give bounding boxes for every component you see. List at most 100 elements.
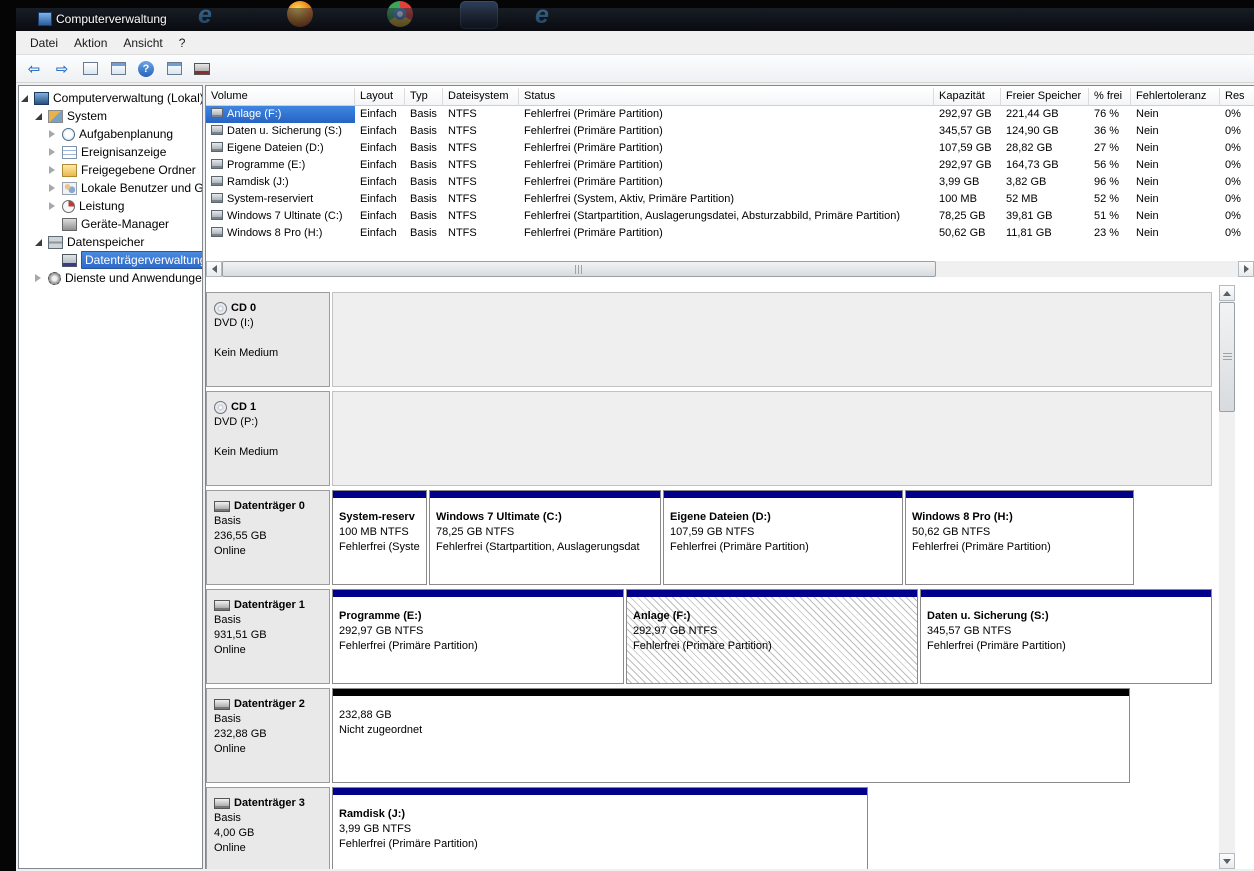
cd1-label[interactable]: CD 1 DVD (P:) Kein Medium: [206, 391, 330, 486]
expander-closed-icon[interactable]: [49, 127, 60, 141]
sidebar-item-datenspeicher[interactable]: Datenspeicher: [19, 233, 202, 251]
column-header-typ[interactable]: Typ: [405, 88, 443, 106]
volume-row-eigene-dateien[interactable]: Eigene Dateien (D:) Einfach Basis NTFS F…: [206, 140, 1254, 157]
column-header-fehlertoleranz[interactable]: Fehlertoleranz: [1131, 88, 1220, 106]
volume-freier-speicher: 164,73 GB: [1006, 159, 1059, 171]
volume-layout: Einfach: [360, 108, 397, 120]
partition-size: 107,59 GB NTFS: [670, 526, 755, 538]
partition-programme[interactable]: Programme (E:) 292,97 GB NTFS Fehlerfrei…: [332, 589, 624, 684]
menu-aktion[interactable]: Aktion: [66, 33, 115, 53]
storage-icon: [48, 235, 63, 249]
disk2-row: Datenträger 2 Basis 232,88 GB Online 232…: [206, 687, 1212, 783]
volume-typ: Basis: [410, 142, 437, 154]
volume-row-system-reserviert[interactable]: System-reserviert Einfach Basis NTFS Feh…: [206, 191, 1254, 208]
expander-open-icon[interactable]: [35, 235, 46, 249]
forward-icon[interactable]: ⇨: [52, 59, 72, 79]
volume-row-daten-u-sicherung[interactable]: Daten u. Sicherung (S:) Einfach Basis NT…: [206, 123, 1254, 140]
scroll-right-button[interactable]: [1238, 261, 1254, 277]
column-header-volume[interactable]: Volume: [206, 88, 355, 106]
vertical-scroll-thumb[interactable]: [1219, 302, 1235, 412]
column-header-res[interactable]: Res: [1220, 88, 1254, 106]
performance-icon: [62, 199, 75, 213]
column-header-status[interactable]: Status: [519, 88, 934, 106]
expander-closed-icon[interactable]: [49, 163, 60, 177]
volume-status: Fehlerfrei (Primäre Partition): [524, 125, 663, 137]
partition-eigene-dateien[interactable]: Eigene Dateien (D:) 107,59 GB NTFS Fehle…: [663, 490, 903, 585]
column-header-freier-speicher[interactable]: Freier Speicher: [1001, 88, 1089, 106]
volume-row-windows-7[interactable]: Windows 7 Ultinate (C:) Einfach Basis NT…: [206, 208, 1254, 225]
volume-res: 0%: [1225, 227, 1241, 239]
column-header-dateisystem[interactable]: Dateisystem: [443, 88, 519, 106]
back-icon[interactable]: ⇦: [24, 59, 44, 79]
properties-icon[interactable]: [164, 59, 184, 79]
partition-status: Fehlerfrei (Primäre Partition): [633, 640, 772, 652]
sidebar-item-lokale-benutzer[interactable]: Lokale Benutzer und Gri: [19, 179, 202, 197]
expander-closed-icon[interactable]: [49, 145, 60, 159]
expander-closed-icon[interactable]: [49, 181, 60, 195]
disk2-label[interactable]: Datenträger 2 Basis 232,88 GB Online: [206, 688, 330, 783]
column-header-layout[interactable]: Layout: [355, 88, 405, 106]
export-list-icon[interactable]: [80, 59, 100, 79]
expander-closed-icon[interactable]: [35, 271, 46, 285]
partition-ramdisk[interactable]: Ramdisk (J:) 3,99 GB NTFS Fehlerfrei (Pr…: [332, 787, 868, 869]
disk3-label[interactable]: Datenträger 3 Basis 4,00 GB Online: [206, 787, 330, 869]
column-header-kapazitaet[interactable]: Kapazität: [934, 88, 1001, 106]
volume-prozent-frei: 96 %: [1094, 176, 1120, 188]
region-unallocated[interactable]: 232,88 GB Nicht zugeordnet: [332, 688, 1130, 783]
cd1-empty-region[interactable]: [332, 391, 1212, 486]
menu-ansicht[interactable]: Ansicht: [115, 33, 170, 53]
volume-icon: [211, 210, 223, 220]
disk1-label[interactable]: Datenträger 1 Basis 931,51 GB Online: [206, 589, 330, 684]
cd0-empty-region[interactable]: [332, 292, 1212, 387]
volume-row-programme[interactable]: Programme (E:) Einfach Basis NTFS Fehler…: [206, 157, 1254, 174]
primary-partition-bar: [664, 491, 902, 498]
disk-line: DVD (I:): [214, 317, 254, 329]
partition-windows-8[interactable]: Windows 8 Pro (H:) 50,62 GB NTFS Fehlerf…: [905, 490, 1134, 585]
volume-res: 0%: [1225, 176, 1241, 188]
volume-prozent-frei: 36 %: [1094, 125, 1120, 137]
volume-table: Anlage (F:) Einfach Basis NTFS Fehlerfre…: [206, 106, 1254, 242]
window-titlebar[interactable]: Computerverwaltung: [16, 8, 1254, 31]
expander-open-icon[interactable]: [21, 91, 32, 105]
expander-open-icon[interactable]: [35, 109, 46, 123]
disk0-label[interactable]: Datenträger 0 Basis 236,55 GB Online: [206, 490, 330, 585]
partition-anlage-selected[interactable]: Anlage (F:) 292,97 GB NTFS Fehlerfrei (P…: [626, 589, 918, 684]
volume-row-anlage[interactable]: Anlage (F:) Einfach Basis NTFS Fehlerfre…: [206, 106, 1254, 123]
disk-size: 236,55 GB: [214, 530, 267, 542]
expander-closed-icon[interactable]: [49, 199, 60, 213]
menu-datei[interactable]: Datei: [22, 33, 66, 53]
sidebar-item-freigegebene-ordner[interactable]: Freigegebene Ordner: [19, 161, 202, 179]
volume-row-windows-8[interactable]: Windows 8 Pro (H:) Einfach Basis NTFS Fe…: [206, 225, 1254, 242]
help-icon[interactable]: ?: [136, 59, 156, 79]
sidebar-item-datentraegerverwaltung[interactable]: Datenträgerverwaltung: [19, 251, 202, 269]
scroll-down-button[interactable]: [1219, 853, 1235, 869]
menu-help[interactable]: ?: [171, 33, 194, 53]
volume-status: Fehlerfrei (Startpartition, Auslagerungs…: [524, 210, 901, 222]
disk-tool-icon[interactable]: [192, 59, 212, 79]
console-tree-icon[interactable]: [108, 59, 128, 79]
partition-windows-7[interactable]: Windows 7 Ultimate (C:) 78,25 GB NTFS Fe…: [429, 490, 661, 585]
sidebar-item-aufgabenplanung[interactable]: Aufgabenplanung: [19, 125, 202, 143]
volume-row-ramdisk[interactable]: Ramdisk (J:) Einfach Basis NTFS Fehlerfr…: [206, 174, 1254, 191]
disk-status: Online: [214, 545, 246, 557]
sidebar-item-geraete-manager[interactable]: Geräte-Manager: [19, 215, 202, 233]
partition-system-reserviert[interactable]: System-reserv 100 MB NTFS Fehlerfrei (Sy…: [332, 490, 427, 585]
volume-kapazitaet: 3,99 GB: [939, 176, 980, 188]
disk-name: Datenträger 2: [234, 698, 305, 710]
scroll-up-button[interactable]: [1219, 285, 1235, 301]
horizontal-scrollbar[interactable]: [206, 261, 1254, 277]
scroll-left-button[interactable]: [206, 261, 222, 277]
sidebar-item-computerverwaltung[interactable]: Computerverwaltung (Lokal): [19, 89, 202, 107]
volume-kapazitaet: 292,97 GB: [939, 159, 992, 171]
partition-daten-u-sicherung[interactable]: Daten u. Sicherung (S:) 345,57 GB NTFS F…: [920, 589, 1212, 684]
sidebar-item-dienste-und-anwendungen[interactable]: Dienste und Anwendungen: [19, 269, 202, 287]
sidebar-item-system[interactable]: System: [19, 107, 202, 125]
horizontal-scroll-thumb[interactable]: [222, 261, 936, 277]
disk-line: DVD (P:): [214, 416, 258, 428]
sidebar-item-ereignisanzeige[interactable]: Ereignisanzeige: [19, 143, 202, 161]
vertical-scrollbar[interactable]: [1219, 285, 1235, 869]
menu-bar: Datei Aktion Ansicht ?: [16, 31, 1254, 55]
cd0-label[interactable]: CD 0 DVD (I:) Kein Medium: [206, 292, 330, 387]
sidebar-item-leistung[interactable]: Leistung: [19, 197, 202, 215]
column-header-prozent-frei[interactable]: % frei: [1089, 88, 1131, 106]
